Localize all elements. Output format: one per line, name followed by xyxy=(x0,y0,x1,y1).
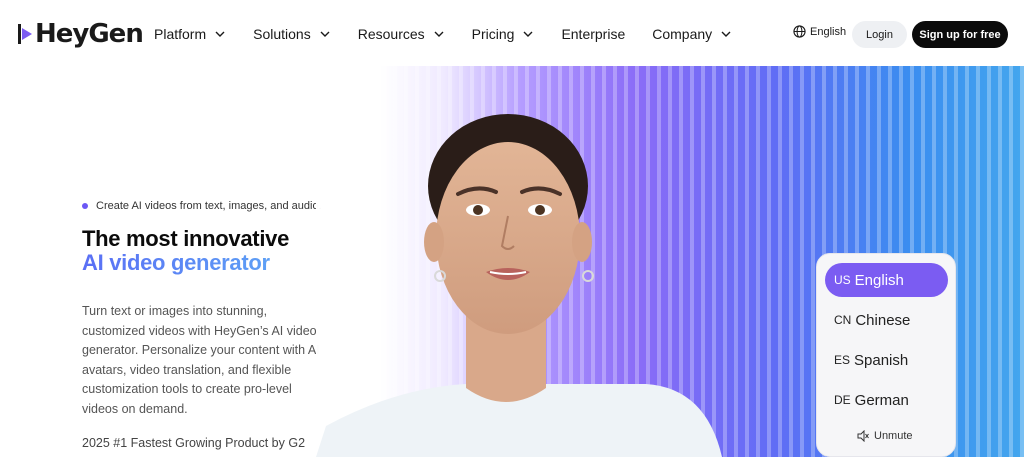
unmute-button[interactable]: Unmute xyxy=(857,430,913,442)
nav-pricing-label: Pricing xyxy=(471,26,515,42)
hero-title-line2: AI video generator xyxy=(82,250,270,275)
language-option-german[interactable]: DE German xyxy=(825,383,948,417)
nav-enterprise[interactable]: Enterprise xyxy=(561,23,625,45)
chevron-down-icon xyxy=(523,31,533,37)
login-button[interactable]: Login xyxy=(852,21,907,48)
nav-solutions-label: Solutions xyxy=(253,26,311,42)
nav-enterprise-label: Enterprise xyxy=(561,26,626,42)
language-option-chinese[interactable]: CN Chinese xyxy=(825,303,948,337)
tagline-text: Create AI videos from text, images, and … xyxy=(96,200,322,212)
brand-name: HeyGen xyxy=(35,19,144,49)
nav-platform-label: Platform xyxy=(154,26,207,42)
lang-label: Chinese xyxy=(855,311,911,329)
nav-resources[interactable]: Resources xyxy=(358,23,445,45)
speaker-muted-icon xyxy=(857,430,869,442)
language-selector[interactable]: English xyxy=(793,25,846,38)
lang-label: English xyxy=(854,271,904,289)
heygen-logo[interactable]: HeyGen xyxy=(18,19,144,49)
nav-platform[interactable]: Platform xyxy=(154,23,226,45)
nav-pricing[interactable]: Pricing xyxy=(472,23,535,45)
main-menu: Platform Solutions Resources Pricing Ent… xyxy=(154,23,759,45)
chevron-down-icon xyxy=(320,31,330,37)
hero-description: Turn text or images into stunning, custo… xyxy=(82,304,320,416)
hero-title-line1: The most innovative xyxy=(82,226,290,251)
language-option-english[interactable]: US English xyxy=(825,263,948,297)
chevron-down-icon xyxy=(721,31,731,37)
lang-code: DE xyxy=(834,393,851,407)
chevron-down-icon xyxy=(434,31,444,37)
play-logo-icon xyxy=(18,24,32,44)
chevron-down-icon xyxy=(215,31,225,37)
nav-company-label: Company xyxy=(652,26,713,42)
hero-tagline: Create AI videos from text, images, and … xyxy=(82,200,322,212)
lang-code: ES xyxy=(834,353,851,367)
nav-resources-label: Resources xyxy=(357,26,425,42)
award-text: 2025 #1 Fastest Growing Product by G2 xyxy=(82,436,306,450)
language-label: English xyxy=(810,25,847,38)
lang-label: German xyxy=(854,391,909,409)
lang-code: CN xyxy=(834,313,852,327)
globe-icon xyxy=(793,25,806,38)
nav-company[interactable]: Company xyxy=(652,23,732,45)
lang-label: Spanish xyxy=(854,351,909,369)
nav-solutions[interactable]: Solutions xyxy=(253,23,331,45)
lang-code: US xyxy=(834,273,851,287)
tagline-dot-icon xyxy=(82,203,88,209)
language-panel: US English CN Chinese ES Spanish DE Germ… xyxy=(816,253,956,457)
unmute-label: Unmute xyxy=(874,430,913,442)
signup-button[interactable]: Sign up for free xyxy=(912,21,1008,48)
top-navigation: HeyGen Platform Solutions Resources Pric… xyxy=(0,0,1024,68)
language-option-spanish[interactable]: ES Spanish xyxy=(825,343,948,377)
